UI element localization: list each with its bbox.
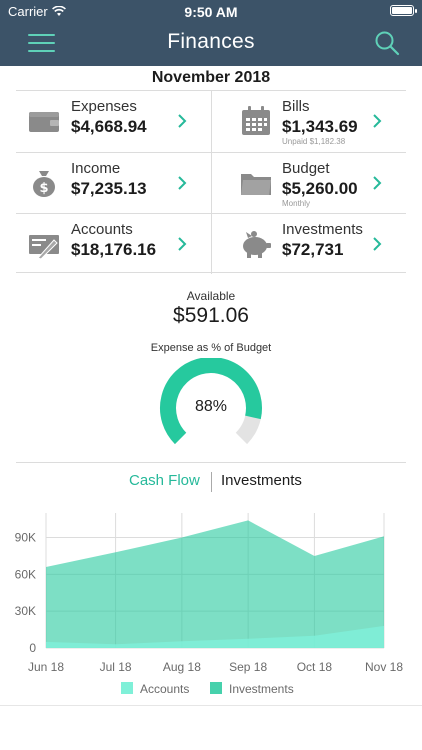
expenses-value: $4,668.94 bbox=[71, 117, 147, 136]
x-tick-label: Jul 18 bbox=[100, 660, 132, 674]
x-tick-label: Oct 18 bbox=[297, 660, 333, 674]
accounts-value: $18,176.16 bbox=[71, 240, 157, 259]
budget-period: Monthly bbox=[282, 199, 311, 208]
expenses-row[interactable]: Expenses $4,668.94 bbox=[16, 91, 211, 152]
piggy-bank-icon bbox=[243, 231, 271, 258]
income-value: $7,235.13 bbox=[71, 179, 147, 198]
legend-swatch-investments bbox=[210, 682, 222, 694]
chevron-right-icon bbox=[178, 237, 187, 251]
tab-separator bbox=[211, 472, 212, 492]
battery-icon bbox=[390, 5, 417, 16]
investments-value: $72,731 bbox=[282, 240, 344, 259]
page-title: Finances bbox=[167, 30, 255, 53]
investments-label: Investments bbox=[282, 221, 363, 238]
bills-label: Bills bbox=[282, 98, 310, 115]
search-icon[interactable] bbox=[374, 30, 400, 56]
x-tick-label: Sep 18 bbox=[229, 660, 267, 674]
income-label: Income bbox=[71, 160, 121, 177]
tab-cash-flow[interactable]: Cash Flow bbox=[129, 472, 200, 489]
accounts-label: Accounts bbox=[71, 221, 133, 238]
bills-unpaid: Unpaid $1,182.38 bbox=[282, 137, 346, 146]
svg-text:$: $ bbox=[39, 181, 48, 196]
chart-tabs: Cash Flow Investments bbox=[0, 470, 422, 492]
wallet-icon bbox=[29, 112, 59, 132]
chevron-right-icon bbox=[373, 237, 382, 251]
y-tick-label: 0 bbox=[29, 641, 36, 655]
chevron-right-icon bbox=[373, 114, 382, 128]
legend-label: Investments bbox=[229, 682, 294, 696]
expense-gauge-value: 88% bbox=[194, 398, 228, 415]
x-tick-label: Aug 18 bbox=[163, 660, 201, 674]
tab-investments[interactable]: Investments bbox=[221, 472, 302, 489]
navigation-bar: Carrier 9:50 AM Finances bbox=[0, 0, 422, 66]
expenses-label: Expenses bbox=[71, 98, 137, 115]
y-tick-label: 30K bbox=[15, 604, 36, 618]
summary-grid: Expenses $4,668.94 Bills $1,343.69 Unpai… bbox=[16, 90, 406, 274]
chevron-right-icon bbox=[178, 114, 187, 128]
cash-flow-chart: 0 30K 60K 90K Jun 18 Jul 18 Aug 18 Sep 18 Oct 18… bbox=[15, 513, 403, 696]
budget-label: Budget bbox=[282, 160, 330, 177]
cheque-icon bbox=[29, 235, 59, 260]
y-tick-label: 60K bbox=[15, 567, 36, 581]
expense-gauge-label: Expense as % of Budget bbox=[150, 342, 272, 354]
status-time: 9:50 AM bbox=[184, 4, 238, 20]
status-bar: Carrier 9:50 AM bbox=[0, 0, 422, 22]
legend-label: Accounts bbox=[140, 682, 189, 696]
budget-value: $5,260.00 bbox=[282, 179, 358, 198]
available-label: Available bbox=[186, 289, 236, 303]
calendar-icon bbox=[242, 106, 270, 135]
legend-swatch-accounts bbox=[121, 682, 133, 694]
bottom-divider bbox=[0, 705, 422, 706]
folder-icon bbox=[241, 174, 271, 195]
investments-row[interactable]: Investments $72,731 bbox=[211, 213, 406, 274]
budget-row[interactable]: Budget $5,260.00 Monthly bbox=[211, 152, 406, 213]
money-bag-icon: $ bbox=[33, 171, 55, 197]
y-tick-label: 90K bbox=[15, 531, 36, 545]
available-value: $591.06 bbox=[173, 304, 249, 327]
month-title: November 2018 bbox=[151, 69, 271, 86]
income-row[interactable]: $ Income $7,235.13 bbox=[16, 152, 211, 213]
series-area-investments bbox=[46, 520, 384, 648]
accounts-row[interactable]: Accounts $18,176.16 bbox=[16, 213, 211, 274]
x-tick-label: Jun 18 bbox=[28, 660, 64, 674]
bills-row[interactable]: Bills $1,343.69 Unpaid $1,182.38 bbox=[211, 91, 406, 152]
bills-value: $1,343.69 bbox=[282, 117, 358, 136]
chevron-right-icon bbox=[178, 176, 187, 190]
x-tick-label: Nov 18 bbox=[365, 660, 403, 674]
chevron-right-icon bbox=[373, 176, 382, 190]
section-divider bbox=[16, 462, 406, 463]
